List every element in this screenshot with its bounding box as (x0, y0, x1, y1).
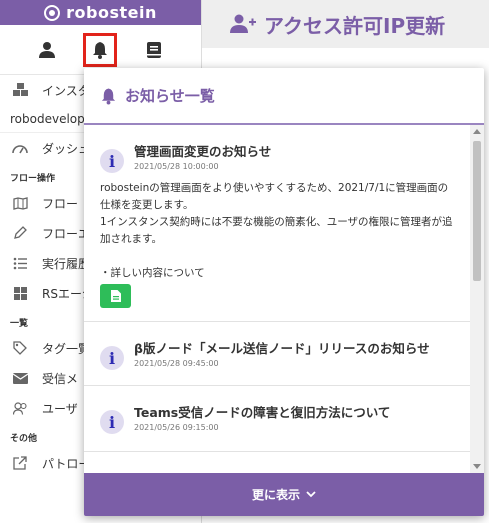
windows-icon (12, 285, 28, 301)
bell-icon (93, 41, 108, 59)
sidebar-item-label: 実行履歴 (42, 256, 91, 271)
sidebar-item-label: フロー (42, 196, 79, 211)
notification-panel-title: お知らせ一覧 (125, 87, 215, 105)
pencil-icon (12, 225, 28, 241)
show-more-button[interactable]: 更に表示 (84, 473, 484, 516)
brand-logo[interactable]: robostein (0, 0, 201, 25)
cubes-icon (12, 82, 28, 98)
notice-date: 2021/05/28 09:45:00 (134, 359, 219, 368)
brand-name: robostein (66, 3, 157, 22)
notice-item[interactable]: i 管理画面変更のお知らせ 2021/05/28 10:00:00 robost… (84, 125, 470, 322)
mail-icon (12, 370, 28, 386)
notice-item[interactable]: i Teams受信ノードの障害と復旧方法について 2021/05/26 09:1… (84, 386, 470, 452)
notice-title[interactable]: Teams受信ノードの障害と復旧方法について (134, 404, 390, 422)
user-plus-icon (230, 14, 256, 33)
notice-body: robosteinの管理画面をより使いやすくするため、2021/7/1に管理画面… (100, 182, 453, 279)
user-button[interactable] (30, 33, 64, 67)
manual-button[interactable] (137, 33, 171, 67)
map-icon (12, 195, 28, 211)
notice-date: 2021/05/28 10:00:00 (134, 162, 219, 171)
document-icon (110, 290, 121, 302)
info-icon: i (100, 149, 124, 173)
notice-item[interactable]: i β版ノード「メール送信ノード」リリースのお知らせ 2021/05/28 09… (84, 322, 470, 386)
scroll-up-arrow-icon[interactable] (473, 129, 481, 134)
users-icon (12, 400, 28, 416)
sidebar-item-label: ユーザ (42, 401, 78, 416)
sidebar-item-label: フローエ (42, 226, 91, 241)
sidebar-item-label: 受信メ (42, 371, 79, 386)
user-icon (38, 41, 55, 58)
notification-panel-header: お知らせ一覧 (84, 68, 484, 125)
info-icon: i (100, 346, 124, 370)
gauge-icon (12, 140, 28, 156)
notification-scrollbar[interactable] (470, 125, 484, 473)
scroll-thumb[interactable] (473, 141, 481, 281)
document-button[interactable] (100, 284, 131, 308)
info-icon: i (100, 410, 124, 434)
tag-icon (12, 340, 28, 356)
sidebar-item-label: ダッシュ (42, 141, 91, 156)
page-title: アクセス許可IP更新 (264, 13, 446, 38)
robostein-logo-icon (44, 4, 61, 21)
scroll-down-arrow-icon[interactable] (473, 464, 481, 469)
show-more-label: 更に表示 (251, 488, 300, 502)
book-icon (147, 41, 162, 58)
page-header: アクセス許可IP更新 (202, 0, 489, 48)
sidebar-item-label: タグ一覧 (42, 341, 91, 356)
notification-list[interactable]: i 管理画面変更のお知らせ 2021/05/28 10:00:00 robost… (84, 125, 484, 473)
list-icon (12, 255, 28, 271)
notice-date: 2021/05/26 09:15:00 (134, 423, 219, 432)
notice-title[interactable]: 管理画面変更のお知らせ (134, 143, 271, 161)
notice-title[interactable]: β版ノード「メール送信ノード」リリースのお知らせ (134, 340, 430, 358)
bell-icon (101, 87, 116, 104)
external-link-icon (12, 455, 28, 471)
chevron-down-icon (306, 491, 316, 498)
sidebar-item-label: インスタ (42, 83, 90, 98)
notification-button[interactable] (83, 32, 118, 67)
notification-panel: お知らせ一覧 i 管理画面変更のお知らせ 2021/05/28 10:00:00… (84, 68, 484, 516)
